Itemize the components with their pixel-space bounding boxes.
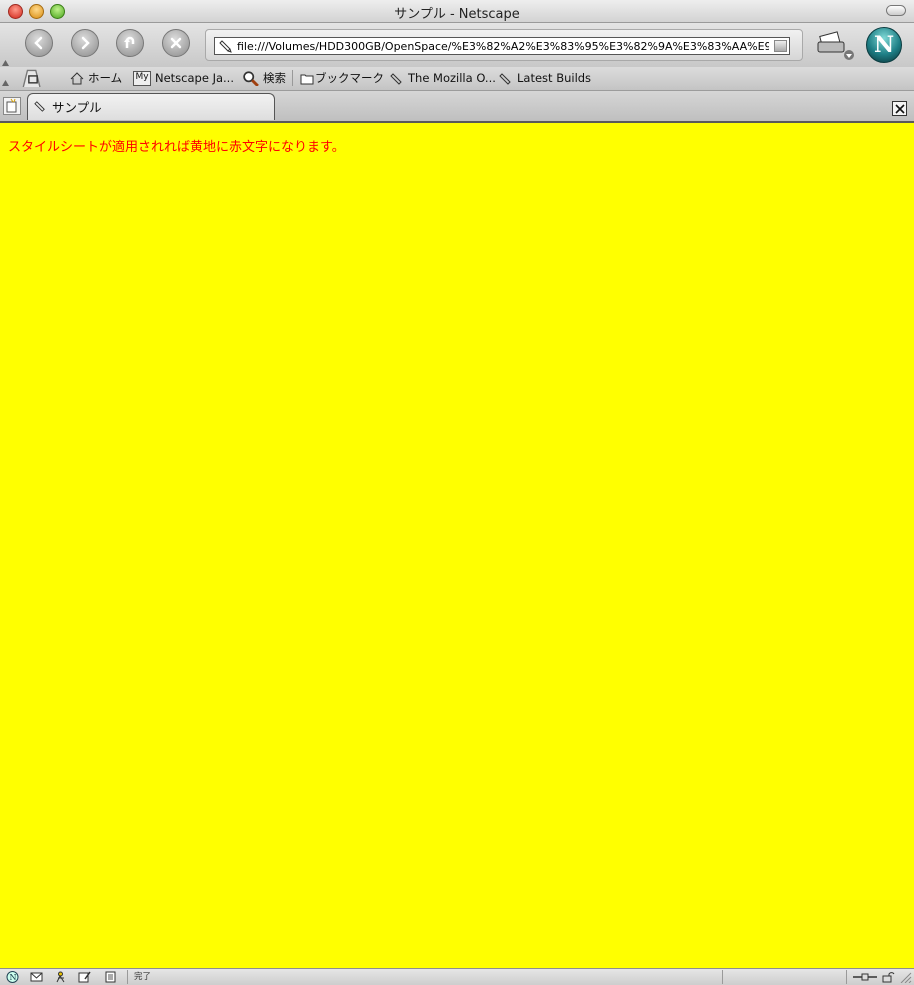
bookmark-label: ブックマーク bbox=[315, 71, 384, 85]
status-text: 完了 bbox=[134, 972, 152, 982]
forward-button[interactable] bbox=[71, 29, 99, 57]
collapse-bookmarks-icon[interactable] bbox=[2, 79, 9, 86]
stop-icon bbox=[170, 37, 182, 49]
new-tab-button[interactable] bbox=[3, 97, 21, 115]
status-divider bbox=[846, 970, 847, 984]
bookmark-latest-builds[interactable]: Latest Builds bbox=[499, 70, 591, 86]
netscape-logo[interactable]: N bbox=[866, 27, 902, 63]
status-divider bbox=[722, 970, 723, 984]
bookmark-label: Netscape Ja... bbox=[155, 71, 234, 85]
tab-bar: サンプル bbox=[0, 91, 914, 123]
bookmarks-toolbar: ホーム My Netscape Ja... 検索 ブックマーク The Mozi… bbox=[0, 67, 914, 91]
url-field[interactable] bbox=[214, 37, 790, 55]
url-bar-container bbox=[205, 29, 803, 61]
bookmark-search[interactable]: 検索 bbox=[243, 70, 286, 86]
netscape-icon[interactable]: N bbox=[6, 971, 19, 983]
tab-label: サンプル bbox=[52, 100, 102, 115]
folder-icon bbox=[300, 74, 314, 84]
window-title: サンプル - Netscape bbox=[394, 7, 520, 22]
status-divider bbox=[127, 970, 128, 984]
reload-icon bbox=[124, 36, 135, 48]
page-content: スタイルシートが適用されれば黄地に赤文字になります。 bbox=[0, 123, 914, 968]
bookmarks-separator bbox=[292, 70, 293, 86]
page-icon bbox=[219, 40, 232, 53]
bookmark-label: 検索 bbox=[263, 71, 286, 85]
home-icon bbox=[70, 71, 84, 84]
bookmark-mozilla-org[interactable]: The Mozilla O... bbox=[390, 70, 496, 86]
collapse-toolbar-icon[interactable] bbox=[2, 59, 9, 66]
toolbar-toggle-button[interactable] bbox=[886, 5, 906, 16]
security-lock-icon[interactable] bbox=[882, 971, 895, 983]
search-icon bbox=[243, 70, 259, 86]
bookmark-netscape-japan[interactable]: My Netscape Ja... bbox=[133, 70, 234, 86]
page-icon bbox=[34, 101, 45, 112]
forward-arrow-icon bbox=[81, 36, 90, 50]
my-icon: My bbox=[133, 70, 151, 86]
back-button[interactable] bbox=[25, 29, 53, 57]
tab-sample[interactable]: サンプル bbox=[27, 93, 275, 120]
bookmark-icon bbox=[390, 72, 402, 85]
sidebar-icon bbox=[22, 69, 41, 87]
bookmark-label: The Mozilla O... bbox=[408, 71, 496, 85]
title-bar: サンプル - Netscape bbox=[0, 0, 914, 23]
navigation-toolbar: N bbox=[0, 23, 914, 67]
address-book-icon[interactable] bbox=[104, 971, 117, 983]
online-status-icon[interactable] bbox=[852, 971, 878, 983]
bookmark-label: ホーム bbox=[88, 71, 123, 85]
url-input[interactable] bbox=[237, 38, 769, 54]
status-bar: N 完了 bbox=[0, 968, 914, 985]
new-tab-icon bbox=[6, 98, 17, 113]
bookmark-folder[interactable]: ブックマーク bbox=[300, 70, 384, 86]
close-icon bbox=[894, 103, 905, 114]
mail-icon[interactable] bbox=[30, 971, 43, 983]
bookmark-icon bbox=[499, 72, 511, 85]
url-history-dropdown-icon[interactable] bbox=[774, 40, 787, 52]
reload-button[interactable] bbox=[116, 29, 144, 57]
bookmark-home[interactable]: ホーム bbox=[70, 70, 122, 86]
instant-messenger-icon[interactable] bbox=[54, 971, 67, 983]
close-tab-button[interactable] bbox=[892, 101, 907, 116]
page-text: スタイルシートが適用されれば黄地に赤文字になります。 bbox=[8, 140, 345, 155]
stop-button[interactable] bbox=[162, 29, 190, 57]
back-arrow-icon bbox=[34, 36, 43, 50]
print-icon[interactable] bbox=[815, 28, 855, 62]
composer-icon[interactable] bbox=[78, 971, 91, 983]
svg-text:N: N bbox=[10, 973, 17, 982]
sidebar-toggle-button[interactable] bbox=[20, 69, 50, 87]
resize-grip-icon[interactable] bbox=[899, 971, 912, 983]
bookmark-label: Latest Builds bbox=[517, 71, 592, 85]
